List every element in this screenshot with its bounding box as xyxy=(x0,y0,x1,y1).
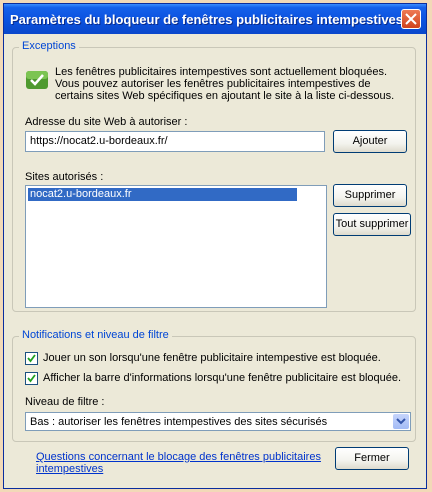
notifications-legend: Notifications et niveau de filtre xyxy=(19,329,172,341)
exceptions-description: Les fenêtres publicitaires intempestives… xyxy=(55,66,395,102)
filter-level-value: Bas : autoriser les fenêtres intempestiv… xyxy=(30,416,328,428)
address-label: Adresse du site Web à autoriser : xyxy=(25,116,188,128)
close-button[interactable]: Fermer xyxy=(335,447,409,470)
exceptions-legend: Exceptions xyxy=(19,40,79,52)
infobar-option-label[interactable]: Afficher la barre d'informations lorsqu'… xyxy=(43,372,401,384)
filter-level-select[interactable]: Bas : autoriser les fenêtres intempestiv… xyxy=(25,412,411,431)
check-icon xyxy=(27,374,36,383)
allowed-sites-label: Sites autorisés : xyxy=(25,171,104,183)
title-bar: Paramètres du bloqueur de fenêtres publi… xyxy=(4,4,426,34)
close-icon xyxy=(405,13,417,25)
dropdown-button[interactable] xyxy=(393,414,409,429)
infobar-checkbox[interactable] xyxy=(25,372,38,385)
add-button[interactable]: Ajouter xyxy=(333,130,407,153)
sound-option-label[interactable]: Jouer un son lorsqu'une fenêtre publicit… xyxy=(43,352,381,364)
sound-checkbox[interactable] xyxy=(25,352,38,365)
check-icon xyxy=(27,354,36,363)
window-title: Paramètres du bloqueur de fenêtres publi… xyxy=(10,12,404,27)
exceptions-group: Exceptions Les fenêtres publicitaires in… xyxy=(12,40,416,312)
notifications-group: Notifications et niveau de filtre Jouer … xyxy=(12,329,416,442)
remove-all-button[interactable]: Tout supprimer xyxy=(333,213,411,236)
allowed-sites-list[interactable]: nocat2.u-bordeaux.fr xyxy=(25,185,327,308)
help-link[interactable]: Questions concernant le blocage des fenê… xyxy=(36,451,326,475)
chevron-down-icon xyxy=(396,418,406,425)
filter-level-label: Niveau de filtre : xyxy=(25,396,105,408)
address-input[interactable]: https://nocat2.u-bordeaux.fr/ xyxy=(25,131,325,152)
list-item[interactable]: nocat2.u-bordeaux.fr xyxy=(28,188,297,201)
remove-button[interactable]: Supprimer xyxy=(333,184,407,207)
popup-blocker-settings-window: Paramètres du bloqueur de fenêtres publi… xyxy=(3,3,427,489)
close-window-button[interactable] xyxy=(401,9,421,29)
info-shield-icon xyxy=(26,71,48,89)
